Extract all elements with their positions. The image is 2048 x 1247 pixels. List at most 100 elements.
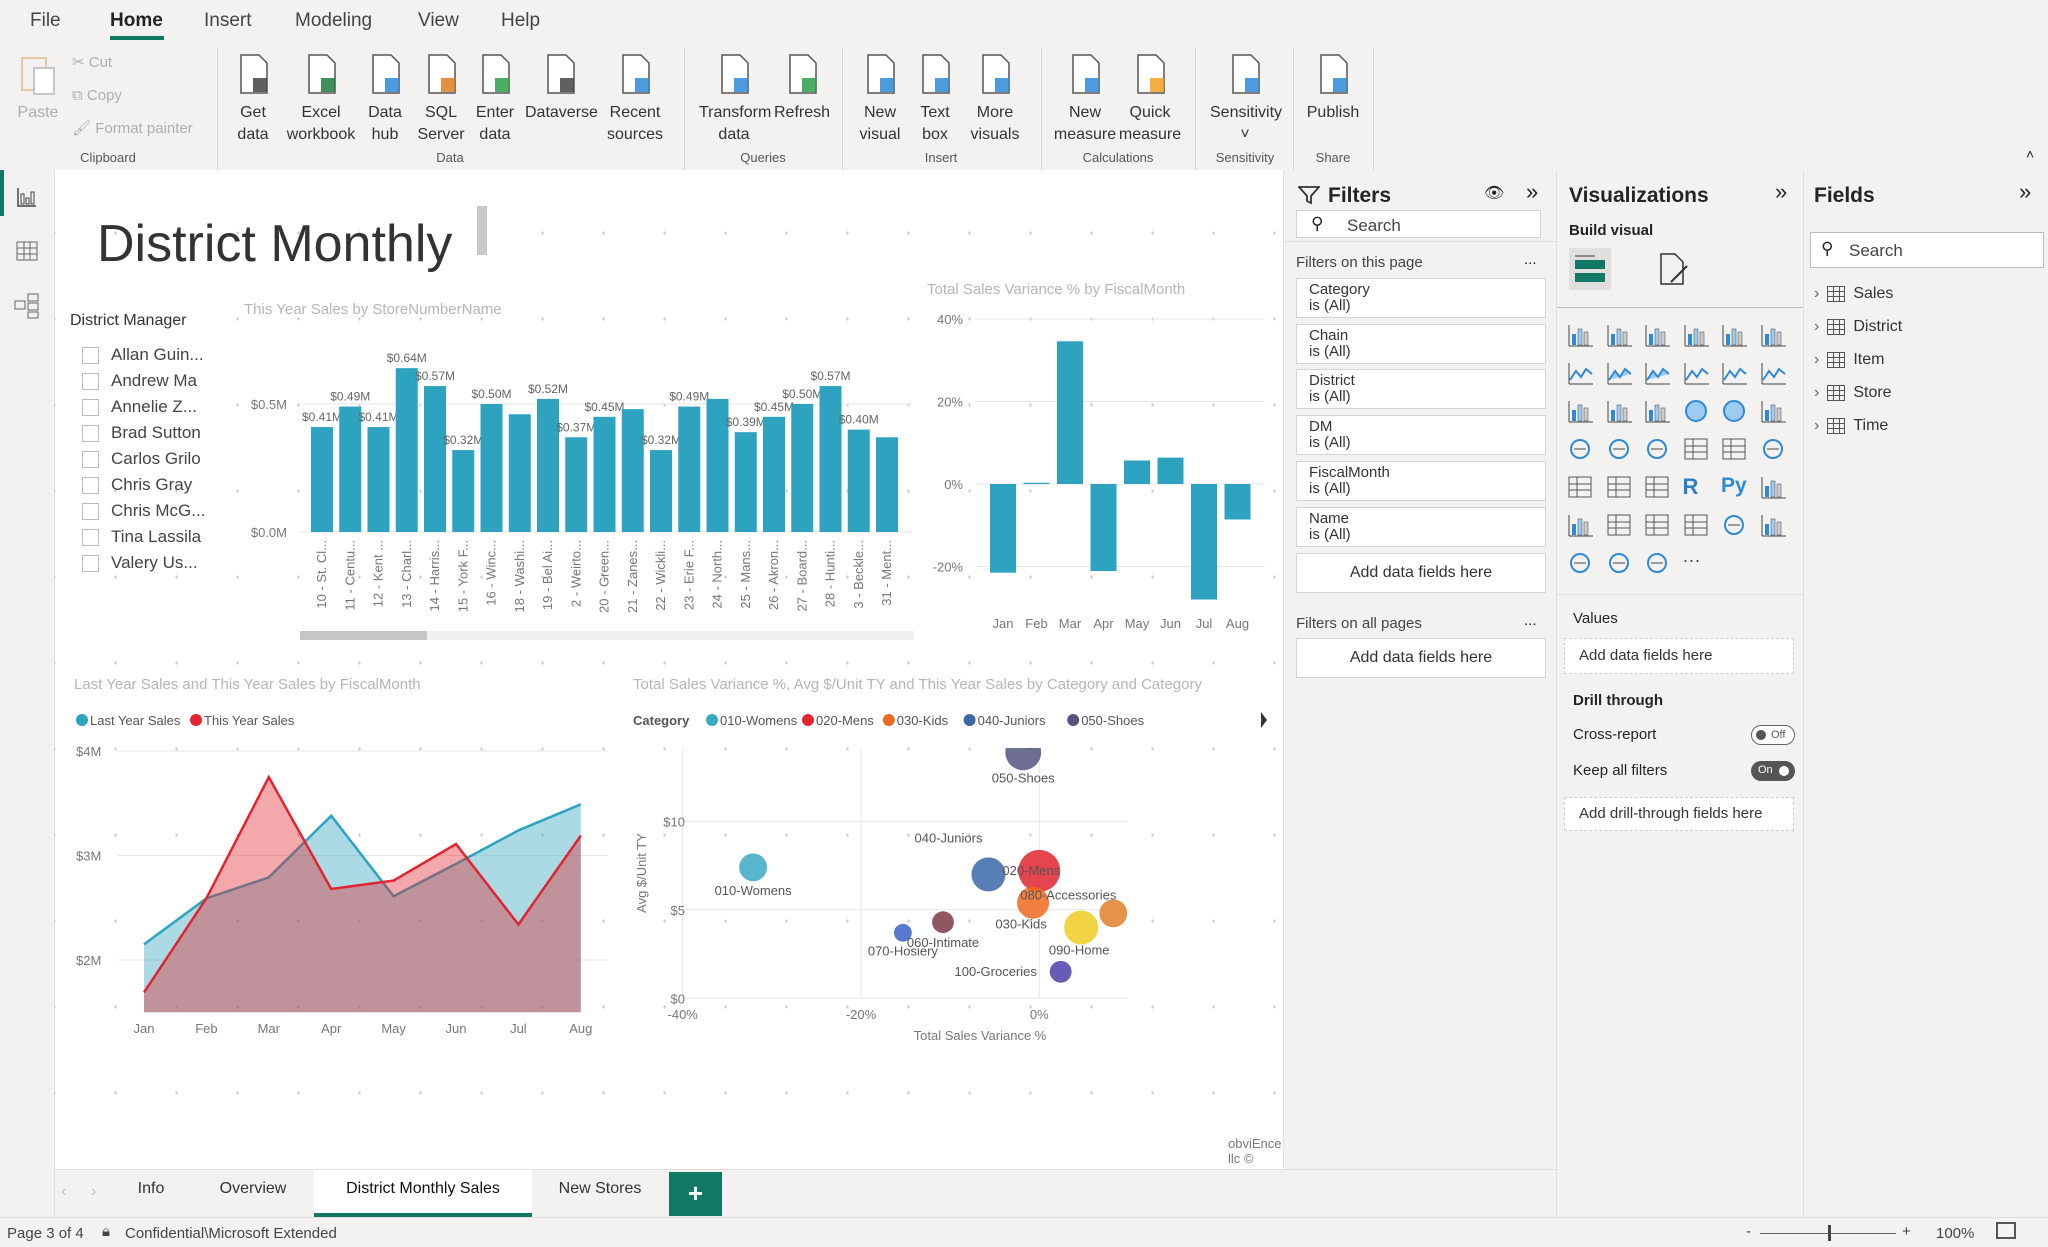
eye-icon[interactable]: 👁 bbox=[1484, 183, 1504, 203]
stacked-bar-icon[interactable] bbox=[1567, 322, 1595, 350]
values-add-fields[interactable]: Add data fields here bbox=[1564, 638, 1794, 674]
card-icon[interactable] bbox=[1683, 436, 1711, 464]
bar[interactable] bbox=[1090, 484, 1117, 572]
chevron-right-icon[interactable]: › bbox=[1814, 417, 1819, 435]
sensitivity-label[interactable]: Confidential\Microsoft Extended bbox=[125, 1225, 337, 1242]
100-stacked-column-icon[interactable] bbox=[1760, 322, 1788, 350]
stacked-area-icon[interactable] bbox=[1644, 360, 1672, 388]
bar[interactable] bbox=[1124, 460, 1150, 484]
bar[interactable] bbox=[990, 484, 1016, 573]
keep-filters-toggle[interactable]: On bbox=[1751, 761, 1795, 781]
table-icon[interactable] bbox=[1606, 474, 1634, 502]
trophy-icon[interactable] bbox=[1721, 512, 1749, 540]
filter-card[interactable]: Chain is (All) bbox=[1296, 324, 1546, 364]
publish-button[interactable]: Publish bbox=[1298, 52, 1368, 124]
bar[interactable] bbox=[1224, 484, 1251, 520]
page-tab-info[interactable]: Info bbox=[138, 1180, 165, 1198]
pie-icon[interactable] bbox=[1683, 398, 1711, 426]
format-visual-icon[interactable] bbox=[1657, 252, 1693, 288]
ribbon-icon[interactable] bbox=[1760, 360, 1788, 388]
prev-page-icon[interactable]: ‹ bbox=[61, 1183, 66, 1201]
more-options-icon[interactable]: ... bbox=[1524, 612, 1537, 629]
stacked-column-icon[interactable] bbox=[1606, 322, 1634, 350]
bubble[interactable] bbox=[1099, 899, 1128, 928]
line-clustered-column-icon[interactable] bbox=[1683, 360, 1711, 388]
clustered-column-icon[interactable] bbox=[1683, 322, 1711, 350]
filter-card[interactable]: FiscalMonth is (All) bbox=[1296, 461, 1546, 501]
qa-icon[interactable] bbox=[1606, 512, 1634, 540]
funnel-icon[interactable] bbox=[1606, 398, 1634, 426]
treemap-icon[interactable] bbox=[1760, 398, 1788, 426]
more-options-icon[interactable]: ... bbox=[1524, 251, 1537, 268]
bar[interactable] bbox=[791, 404, 814, 532]
slicer-icon[interactable] bbox=[1567, 474, 1595, 502]
bar[interactable] bbox=[1023, 482, 1050, 484]
bar[interactable] bbox=[311, 427, 333, 532]
zoom-slider-thumb[interactable] bbox=[1828, 1225, 1831, 1241]
bar[interactable] bbox=[424, 386, 446, 532]
power-automate-icon[interactable] bbox=[1644, 550, 1672, 578]
line-icon[interactable] bbox=[1567, 360, 1595, 388]
collapse-ribbon-icon[interactable]: ˄ bbox=[2026, 146, 2034, 162]
bubble[interactable] bbox=[971, 857, 1006, 892]
collapse-filters-icon[interactable]: » bbox=[1526, 179, 1538, 205]
filters-all-add-fields[interactable]: Add data fields here bbox=[1296, 638, 1546, 678]
bar[interactable] bbox=[650, 450, 672, 532]
bar[interactable] bbox=[593, 416, 616, 532]
next-page-icon[interactable]: › bbox=[91, 1183, 96, 1201]
cross-report-toggle[interactable]: Off bbox=[1751, 725, 1795, 745]
power-apps-icon[interactable] bbox=[1606, 550, 1634, 578]
bar[interactable] bbox=[508, 414, 531, 532]
collapse-viz-icon[interactable]: » bbox=[1775, 179, 1787, 205]
paginated-icon[interactable] bbox=[1683, 512, 1711, 540]
bubble[interactable] bbox=[1049, 960, 1072, 983]
clustered-bar-icon[interactable] bbox=[1644, 322, 1672, 350]
bar[interactable] bbox=[565, 437, 588, 532]
donut-icon[interactable] bbox=[1721, 398, 1749, 426]
build-visual-tab[interactable] bbox=[1569, 248, 1611, 290]
bar[interactable] bbox=[678, 406, 701, 532]
legend-next-icon[interactable] bbox=[1261, 712, 1267, 728]
bar[interactable] bbox=[395, 368, 418, 532]
power-apps-report-icon[interactable] bbox=[1760, 512, 1788, 540]
bubble[interactable] bbox=[893, 923, 912, 942]
bar[interactable] bbox=[339, 406, 362, 532]
100-stacked-bar-icon[interactable] bbox=[1721, 322, 1749, 350]
filters-page-add-fields[interactable]: Add data fields here bbox=[1296, 553, 1546, 593]
chevron-right-icon[interactable]: › bbox=[1814, 384, 1819, 402]
bar[interactable] bbox=[367, 427, 390, 532]
field-table[interactable]: › Sales bbox=[1814, 285, 1893, 303]
bar[interactable] bbox=[819, 386, 842, 532]
filled-map-icon[interactable] bbox=[1606, 436, 1634, 464]
zoom-in-icon[interactable]: + bbox=[1902, 1223, 1911, 1240]
field-table[interactable]: › Time bbox=[1814, 417, 1888, 435]
azure-map-icon[interactable] bbox=[1567, 550, 1595, 578]
decomposition-tree-icon[interactable] bbox=[1567, 512, 1595, 540]
bar[interactable] bbox=[763, 416, 785, 532]
bar[interactable] bbox=[847, 429, 870, 532]
line-stacked-column-icon[interactable] bbox=[1721, 360, 1749, 388]
bar[interactable] bbox=[734, 432, 757, 532]
filter-card[interactable]: Category is (All) bbox=[1296, 278, 1546, 318]
kpi-icon[interactable] bbox=[1760, 436, 1788, 464]
field-table[interactable]: › Item bbox=[1814, 351, 1884, 369]
field-table[interactable]: › Store bbox=[1814, 384, 1892, 402]
r-visual-icon[interactable]: R bbox=[1683, 474, 1711, 502]
bubble[interactable] bbox=[932, 911, 954, 934]
filters-search-input[interactable]: ⚲ Search bbox=[1296, 210, 1541, 238]
scrollbar-thumb[interactable] bbox=[300, 631, 427, 640]
bubble[interactable] bbox=[739, 853, 768, 882]
filter-card[interactable]: District is (All) bbox=[1296, 369, 1546, 409]
bar[interactable] bbox=[452, 450, 475, 532]
filter-card[interactable]: Name is (All) bbox=[1296, 507, 1546, 547]
bar[interactable] bbox=[537, 398, 559, 532]
filter-card[interactable]: DM is (All) bbox=[1296, 415, 1546, 455]
multi-row-card-icon[interactable] bbox=[1721, 436, 1749, 464]
matrix-icon[interactable] bbox=[1644, 474, 1672, 502]
bar[interactable] bbox=[621, 409, 644, 532]
chevron-right-icon[interactable]: › bbox=[1814, 318, 1819, 336]
narrative-icon[interactable] bbox=[1644, 512, 1672, 540]
bar[interactable] bbox=[480, 404, 503, 532]
scatter-icon[interactable] bbox=[1644, 398, 1672, 426]
bar[interactable] bbox=[876, 437, 898, 532]
